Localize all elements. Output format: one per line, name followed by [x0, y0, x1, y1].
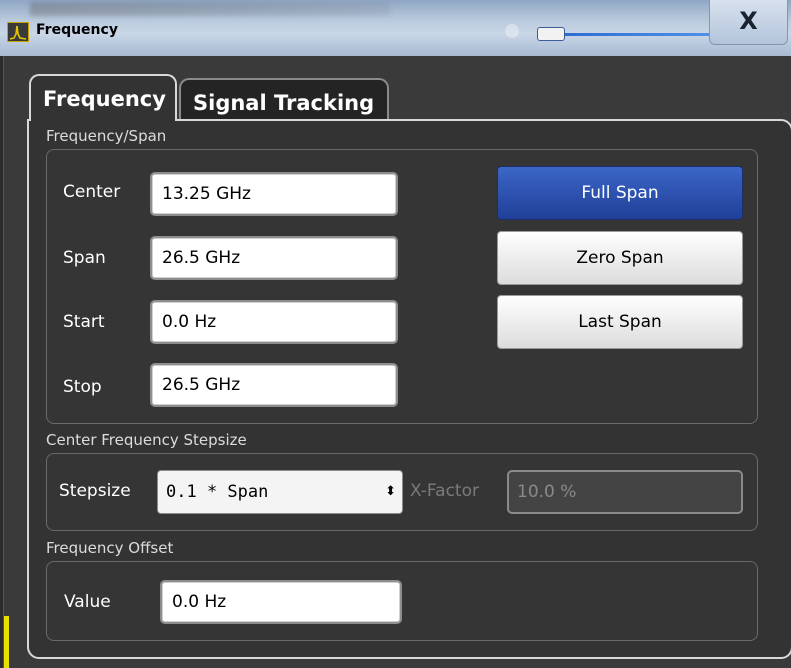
frequency-offset-input[interactable]: 0.0 Hz: [160, 580, 402, 624]
x-factor-input: 10.0 %: [507, 470, 743, 514]
stepsize-label: Stepsize: [59, 481, 131, 501]
full-span-button[interactable]: Full Span: [497, 166, 743, 220]
select-arrows-icon: ⬍: [385, 484, 396, 499]
window-title: Frequency: [36, 22, 118, 38]
transparency-slider-track[interactable]: [560, 33, 710, 36]
close-button[interactable]: X: [709, 0, 788, 45]
transparency-dot-icon: [505, 24, 519, 38]
spectrum-app-icon: [7, 22, 29, 42]
title-bar: Frequency X: [0, 0, 791, 56]
stop-frequency-input[interactable]: 26.5 GHz: [150, 363, 398, 407]
center-label: Center: [63, 182, 121, 202]
stepsize-selected-value: 0.1 * Span: [166, 482, 269, 502]
background-accent-stripe: [4, 616, 9, 668]
frequency-offset-section-label: Frequency Offset: [46, 539, 174, 557]
frequency-offset-group: Value 0.0 Hz: [46, 561, 758, 641]
span-input[interactable]: 26.5 GHz: [150, 236, 398, 280]
tab-signal-tracking[interactable]: Signal Tracking: [179, 78, 389, 121]
start-frequency-input[interactable]: 0.0 Hz: [150, 300, 398, 344]
stepsize-section-label: Center Frequency Stepsize: [46, 431, 247, 449]
stop-label: Stop: [63, 377, 102, 397]
frequency-tab-panel: Frequency/Span Center 13.25 GHz Span 26.…: [27, 119, 791, 659]
span-label: Span: [63, 248, 106, 268]
center-frequency-input[interactable]: 13.25 GHz: [150, 172, 398, 216]
tab-frequency[interactable]: Frequency: [29, 74, 177, 121]
frequency-dialog: Frequency Signal Tracking Frequency/Span…: [3, 56, 791, 668]
x-factor-label: X-Factor: [410, 481, 479, 501]
transparency-slider-handle[interactable]: [537, 27, 565, 41]
frequency-span-group: Center 13.25 GHz Span 26.5 GHz Start 0.0…: [46, 149, 758, 424]
frequency-span-section-label: Frequency/Span: [46, 127, 167, 145]
stepsize-select[interactable]: 0.1 * Span ⬍: [157, 470, 403, 514]
last-span-button[interactable]: Last Span: [497, 295, 743, 349]
title-bar-background-decoration: [30, 2, 390, 16]
zero-span-button[interactable]: Zero Span: [497, 231, 743, 285]
offset-value-label: Value: [64, 592, 111, 612]
stepsize-group: Stepsize 0.1 * Span ⬍ X-Factor 10.0 %: [46, 453, 758, 531]
start-label: Start: [63, 312, 105, 332]
